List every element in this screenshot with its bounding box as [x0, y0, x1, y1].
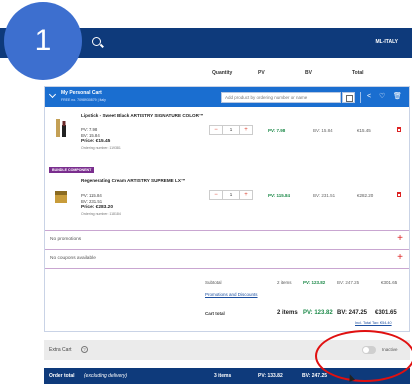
- quantity-stepper: − 1 +: [209, 190, 255, 200]
- cart-subtitle: FREE no. 7098930879 | Italy: [61, 98, 106, 102]
- personal-cart-panel: My Personal Cart FREE no. 7098930879 | I…: [44, 86, 410, 332]
- step-number-badge: 1: [4, 2, 82, 80]
- coupons-row[interactable]: No coupons available +: [45, 250, 409, 268]
- delete-item-icon[interactable]: [397, 192, 401, 197]
- divider: [45, 268, 409, 269]
- cart-item: BUNDLE COMPONENT Regenerating Cream ARTI…: [45, 167, 409, 229]
- column-header-pv: PV: [258, 70, 265, 76]
- expand-plus-icon[interactable]: +: [397, 252, 403, 264]
- chevron-down-icon[interactable]: [48, 90, 57, 99]
- help-icon[interactable]: ?: [81, 346, 88, 353]
- quantity-value[interactable]: 1: [223, 125, 239, 135]
- item-bv-column: BV: 231.51: [313, 193, 336, 198]
- item-ordering-number: Ordering number: 119381: [81, 146, 121, 150]
- expand-plus-icon[interactable]: +: [397, 233, 403, 245]
- tax-note-link[interactable]: Incl. Total Tax: €54.40: [355, 321, 392, 325]
- column-header-total: Total: [352, 70, 364, 76]
- header-divider: [360, 92, 361, 103]
- item-ordering-number: Ordering number: 118184: [81, 212, 121, 216]
- item-pv-column: PV: 7.98: [268, 128, 286, 133]
- order-total-label: Order total: [49, 373, 75, 379]
- highlight-ellipse: [315, 330, 412, 382]
- cart-total-label: Cart total: [205, 311, 225, 316]
- share-icon[interactable]: <: [367, 92, 371, 102]
- bundle-component-badge: BUNDLE COMPONENT: [49, 167, 95, 173]
- item-total: €282.20: [357, 193, 374, 198]
- promotions-discounts-link[interactable]: Promotions and Discounts: [205, 292, 258, 297]
- locale-selector[interactable]: ML-ITALY: [376, 39, 399, 45]
- item-pv-column: PV: 115.84: [268, 193, 291, 198]
- quantity-value[interactable]: 1: [223, 190, 239, 200]
- subtotal-label: Subtotal: [205, 280, 222, 285]
- coupons-label: No coupons available: [50, 256, 96, 261]
- cart-total-pv: PV: 123.82: [303, 310, 333, 316]
- column-header-bv: BV: [305, 70, 312, 76]
- subtotal-total: €301.65: [381, 280, 398, 285]
- lipstick-thumbnail: [56, 119, 66, 137]
- heart-icon[interactable]: ♡: [379, 92, 385, 102]
- delete-item-icon[interactable]: [397, 127, 401, 132]
- order-total-pv: PV: 133.82: [258, 373, 283, 379]
- cart-total-amount: €301.65: [375, 310, 397, 316]
- item-total: €15.45: [357, 128, 371, 133]
- subtotal-pv: PV: 123.82: [303, 280, 326, 285]
- cream-jar-thumbnail: [55, 191, 67, 203]
- cart-total-bv: BV: 247.25: [337, 310, 368, 316]
- item-details: PV: 7.98 BV: 15.84 Price: €15.45 Orderin…: [81, 127, 121, 151]
- decrease-button[interactable]: −: [209, 190, 223, 200]
- increase-button[interactable]: +: [239, 190, 253, 200]
- cart-item: Lipstick - Sweet Black ARTISTRY SIGNATUR…: [45, 109, 409, 167]
- add-product-input[interactable]: Add product by ordering number or name: [221, 92, 341, 103]
- cart-title: My Personal Cart: [61, 90, 102, 96]
- search-icon[interactable]: [92, 37, 101, 46]
- order-total-note: (excluding delivery): [84, 373, 128, 379]
- item-name[interactable]: Lipstick - Sweet Black ARTISTRY SIGNATUR…: [81, 113, 226, 119]
- cart-total-items: 2 items: [277, 310, 298, 316]
- item-name[interactable]: Regenerating Cream ARTISTRY SUPREME LX™: [81, 178, 226, 184]
- decrease-button[interactable]: −: [209, 125, 223, 135]
- increase-button[interactable]: +: [239, 125, 253, 135]
- column-header-quantity: Quantity: [212, 70, 233, 76]
- scan-icon[interactable]: [342, 92, 355, 103]
- promotions-row[interactable]: No promotions +: [45, 231, 409, 249]
- item-details: PV: 115.84 BV: 231.51 Price: €283.20 Ord…: [81, 193, 121, 217]
- item-bv-column: BV: 15.84: [313, 128, 333, 133]
- subtotal-bv: BV: 247.25: [337, 280, 360, 285]
- subtotal-items: 2 items: [277, 280, 292, 285]
- cart-header: My Personal Cart FREE no. 7098930879 | I…: [45, 87, 409, 107]
- order-total-bv: BV: 247.25: [302, 373, 328, 379]
- trash-icon[interactable]: 🗑: [393, 92, 402, 102]
- order-total-items: 3 items: [214, 373, 232, 379]
- extra-cart-label: Extra Cart: [49, 347, 72, 353]
- quantity-stepper: − 1 +: [209, 125, 255, 135]
- promotions-label: No promotions: [50, 237, 82, 242]
